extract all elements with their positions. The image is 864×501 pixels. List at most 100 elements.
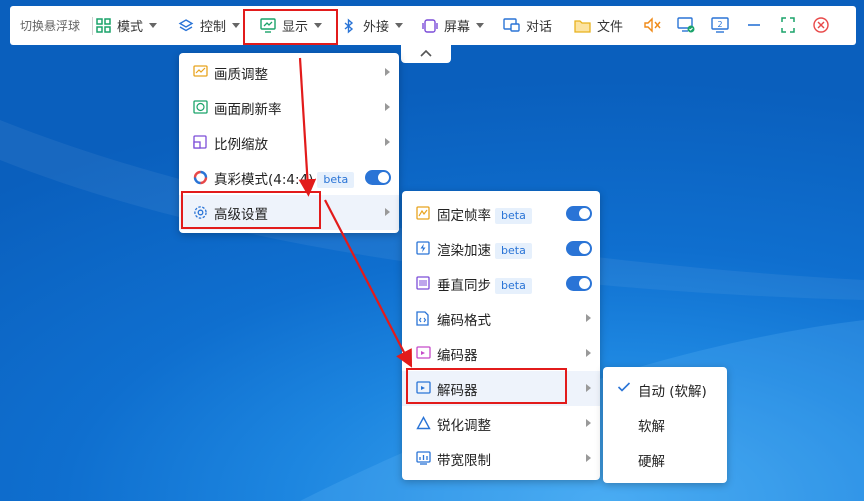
chevron-right-icon — [586, 349, 591, 357]
scale-icon — [193, 135, 207, 149]
fixed-fps-toggle[interactable] — [566, 206, 592, 221]
menu-item-label: 渲染加速 beta — [437, 239, 532, 259]
menu-item-label: 比例缩放 — [214, 137, 268, 153]
encoder-icon — [416, 346, 431, 359]
chevron-right-icon — [385, 208, 390, 216]
chevron-up-icon — [420, 49, 432, 57]
menu-item-true-color[interactable]: 真彩模式(4:4:4) beta — [179, 160, 399, 195]
file-button[interactable]: 文件 — [574, 6, 623, 45]
peripheral-menu-button[interactable]: 外接 — [341, 6, 404, 45]
chevron-right-icon — [586, 419, 591, 427]
color-wheel-icon — [193, 170, 208, 185]
chevron-right-icon — [385, 138, 390, 146]
chevron-right-icon — [385, 68, 390, 76]
vsync-icon — [416, 276, 430, 290]
chevron-down-icon — [395, 23, 404, 28]
chat-button[interactable]: 对话 — [503, 6, 552, 45]
menu-item-label: 画质调整 — [214, 67, 268, 83]
chevron-right-icon — [586, 384, 591, 392]
grid-icon — [96, 18, 111, 33]
beta-badge: beta — [495, 278, 532, 294]
decoder-option-software[interactable]: 软解 — [603, 407, 727, 442]
chevron-down-icon — [476, 23, 485, 28]
annotation-box-decoder — [406, 368, 567, 404]
refresh-rate-icon — [193, 100, 208, 114]
triangle-icon — [416, 416, 431, 430]
decoder-option-label: 自动 (软解) — [638, 384, 707, 400]
annotation-box-display — [243, 9, 338, 45]
menu-item-label: 编码器 — [437, 348, 478, 364]
code-file-icon — [416, 311, 429, 326]
fullscreen-icon[interactable] — [780, 16, 796, 34]
folder-icon — [574, 19, 591, 33]
chevron-down-icon — [232, 23, 241, 28]
menu-item-label: 垂直同步 beta — [437, 274, 532, 294]
menu-item-fixed-fps[interactable]: 固定帧率 beta — [402, 196, 600, 231]
svg-text:2: 2 — [717, 20, 722, 29]
beta-badge: beta — [317, 172, 355, 188]
layers-icon — [178, 18, 194, 31]
render-acceleration-text: 渲染加速 — [437, 243, 491, 259]
vsync-toggle[interactable] — [566, 276, 592, 291]
remote-toolbar: 切换悬浮球 模式 控制 显示 外接 屏幕 对话 文件 2 — [10, 6, 856, 45]
screen-menu-button[interactable]: 屏幕 — [422, 6, 485, 45]
decoder-option-hardware[interactable]: 硬解 — [603, 442, 727, 477]
beta-badge: beta — [495, 208, 532, 224]
speaker-muted-icon[interactable] — [643, 16, 661, 34]
menu-item-label: 带宽限制 — [437, 453, 491, 469]
chat-window-icon — [503, 18, 520, 32]
beta-badge: beta — [495, 243, 532, 259]
decoder-option-label: 硬解 — [638, 454, 665, 470]
checkmark-icon — [617, 382, 631, 392]
chevron-right-icon — [586, 454, 591, 462]
menu-item-label: 固定帧率 beta — [437, 204, 532, 224]
annotation-box-advanced — [181, 191, 321, 229]
render-acceleration-toggle[interactable] — [566, 241, 592, 256]
menu-item-scale[interactable]: 比例缩放 — [179, 125, 399, 160]
bandwidth-icon — [416, 451, 431, 465]
menu-item-label: 锐化调整 — [437, 418, 491, 434]
menu-item-label: 画面刷新率 — [214, 102, 282, 118]
menu-item-encoder[interactable]: 编码器 — [402, 336, 600, 371]
close-icon[interactable] — [812, 16, 830, 34]
toolbar-divider — [92, 16, 93, 35]
minimize-icon[interactable] — [746, 16, 762, 34]
advanced-settings-submenu: 固定帧率 beta 渲染加速 beta 垂直同步 beta 编码格式 编码器 解码器 … — [402, 191, 600, 480]
fixed-fps-text: 固定帧率 — [437, 208, 491, 224]
chevron-down-icon — [149, 23, 158, 28]
file-label: 文件 — [597, 20, 624, 35]
peripheral-label: 外接 — [363, 20, 390, 35]
lightning-icon — [416, 241, 430, 255]
mode-label: 模式 — [117, 20, 144, 35]
monitor-2-icon[interactable]: 2 — [711, 16, 729, 34]
bluetooth-icon — [344, 17, 354, 34]
menu-item-sharpen[interactable]: 锐化调整 — [402, 406, 600, 441]
decoder-option-label: 软解 — [638, 419, 665, 435]
true-color-text: 真彩模式(4:4:4) — [214, 172, 314, 188]
mode-menu-button[interactable]: 模式 — [96, 6, 158, 45]
menu-item-render-acceleration[interactable]: 渲染加速 beta — [402, 231, 600, 266]
true-color-toggle[interactable] — [365, 170, 391, 185]
screen-label: 屏幕 — [444, 20, 471, 35]
menu-item-label: 编码格式 — [437, 313, 491, 329]
menu-item-refresh-rate[interactable]: 画面刷新率 — [179, 90, 399, 125]
fixed-fps-icon — [416, 206, 430, 220]
screen-icon — [422, 18, 438, 33]
menu-item-bandwidth-limit[interactable]: 带宽限制 — [402, 441, 600, 476]
vsync-text: 垂直同步 — [437, 278, 491, 294]
chat-label: 对话 — [526, 20, 553, 35]
collapse-toolbar-button[interactable] — [401, 45, 451, 63]
menu-item-label: 真彩模式(4:4:4) beta — [214, 168, 355, 188]
quality-icon — [193, 65, 208, 77]
chevron-right-icon — [586, 314, 591, 322]
toggle-float-ball-button[interactable]: 切换悬浮球 — [10, 17, 92, 34]
monitor-check-icon[interactable] — [677, 16, 695, 34]
chevron-right-icon — [385, 103, 390, 111]
decoder-submenu: 自动 (软解) 软解 硬解 — [603, 367, 727, 483]
menu-item-quality[interactable]: 画质调整 — [179, 55, 399, 90]
control-label: 控制 — [200, 20, 227, 35]
menu-item-vsync[interactable]: 垂直同步 beta — [402, 266, 600, 301]
menu-item-encoding-format[interactable]: 编码格式 — [402, 301, 600, 336]
control-menu-button[interactable]: 控制 — [178, 6, 241, 45]
decoder-option-auto[interactable]: 自动 (软解) — [603, 372, 727, 407]
